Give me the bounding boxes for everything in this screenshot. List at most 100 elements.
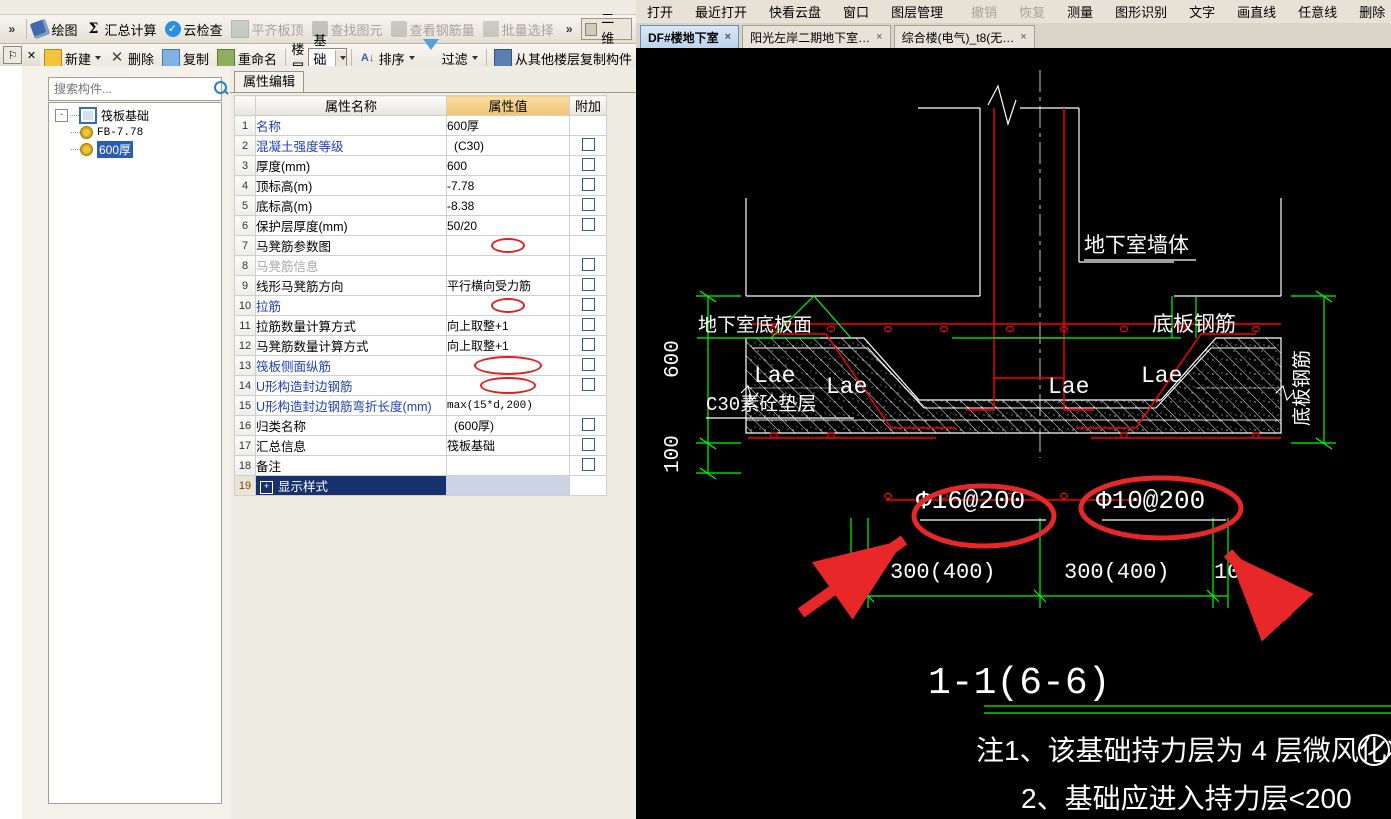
attach-checkbox[interactable] bbox=[581, 377, 595, 391]
cad-menu-10[interactable]: 文字 bbox=[1178, 2, 1226, 21]
cad-menu-9[interactable]: 图形识别 bbox=[1104, 2, 1178, 21]
view-mode-2d-button[interactable]: 二维 bbox=[580, 11, 632, 46]
attach-cell[interactable] bbox=[569, 155, 607, 176]
cad-menu-7[interactable]: 恢复 bbox=[1008, 2, 1056, 21]
search-component-box[interactable] bbox=[48, 77, 229, 101]
property-name-cell[interactable]: 马凳筋参数图 bbox=[255, 235, 447, 256]
property-value-cell[interactable] bbox=[446, 235, 570, 256]
attach-cell[interactable] bbox=[569, 275, 607, 296]
attach-checkbox[interactable] bbox=[581, 277, 595, 291]
property-value-cell[interactable]: 50/20 bbox=[446, 215, 570, 236]
attach-cell[interactable] bbox=[569, 395, 607, 416]
table-row[interactable]: 11 拉筋数量计算方式 向上取整+1 bbox=[234, 315, 607, 336]
cad-menu-2[interactable]: 最近打开 bbox=[684, 2, 758, 21]
property-value-cell[interactable] bbox=[446, 455, 570, 476]
attach-cell[interactable] bbox=[569, 175, 607, 196]
property-name-cell[interactable]: 马凳筋数量计算方式 bbox=[255, 335, 447, 356]
attach-checkbox[interactable] bbox=[581, 177, 595, 191]
property-name-cell[interactable]: 拉筋 bbox=[255, 295, 447, 316]
table-row[interactable]: 15 U形构造封边钢筋弯折长度(mm) max(15*d,200) bbox=[234, 395, 607, 416]
property-value-cell[interactable]: -8.38 bbox=[446, 195, 570, 216]
table-row[interactable]: 12 马凳筋数量计算方式 向上取整+1 bbox=[234, 335, 607, 356]
toolbar-overflow-left-icon[interactable]: » bbox=[0, 22, 24, 36]
table-row[interactable]: 10 拉筋 bbox=[234, 295, 607, 316]
attach-checkbox[interactable] bbox=[581, 317, 595, 331]
property-value-cell[interactable] bbox=[446, 375, 570, 396]
property-name-cell[interactable]: 底标高(m) bbox=[255, 195, 447, 216]
property-value-cell[interactable]: max(15*d,200) bbox=[446, 395, 570, 416]
property-value-cell[interactable]: 600厚 bbox=[446, 115, 570, 136]
search-icon[interactable] bbox=[211, 79, 229, 99]
attach-checkbox[interactable] bbox=[581, 457, 595, 471]
tree-node-root[interactable]: - 筏板基础 bbox=[49, 107, 221, 124]
table-row[interactable]: 18 备注 bbox=[234, 455, 607, 476]
table-row[interactable]: 6 保护层厚度(mm) 50/20 bbox=[234, 215, 607, 236]
property-value-cell[interactable] bbox=[446, 295, 570, 316]
close-icon[interactable]: ✕ bbox=[23, 47, 40, 63]
property-value-cell[interactable]: 平行横向受力筋 bbox=[446, 275, 570, 296]
property-value-cell[interactable] bbox=[446, 355, 570, 376]
attach-cell[interactable] bbox=[569, 415, 607, 436]
property-name-cell[interactable]: 拉筋数量计算方式 bbox=[255, 315, 447, 336]
attach-cell[interactable] bbox=[569, 315, 607, 336]
tree-node-fb[interactable]: FB-7.78 bbox=[49, 124, 221, 141]
attach-checkbox[interactable] bbox=[581, 297, 595, 311]
cad-menu-3[interactable]: 快看云盘 bbox=[758, 2, 832, 21]
toolbar-button-view-rebar-quantity[interactable]: 查看钢筋量 bbox=[387, 17, 479, 41]
attach-checkbox[interactable] bbox=[581, 137, 595, 151]
property-name-cell[interactable]: U形构造封边钢筋弯折长度(mm) bbox=[255, 395, 447, 416]
property-name-cell[interactable]: 保护层厚度(mm) bbox=[255, 215, 447, 236]
table-row[interactable]: 2 混凝土强度等级 (C30) bbox=[234, 135, 607, 156]
attach-cell[interactable] bbox=[569, 455, 607, 476]
attach-cell[interactable] bbox=[569, 135, 607, 156]
property-name-cell[interactable]: 备注 bbox=[255, 455, 447, 476]
property-name-cell[interactable]: 归类名称 bbox=[255, 415, 447, 436]
cad-menu-8[interactable]: 测量 bbox=[1056, 2, 1104, 21]
close-icon[interactable]: × bbox=[725, 31, 731, 43]
property-value-cell[interactable]: 向上取整+1 bbox=[446, 335, 570, 356]
attach-checkbox[interactable] bbox=[581, 197, 595, 211]
table-row[interactable]: 9 线形马凳筋方向 平行横向受力筋 bbox=[234, 275, 607, 296]
attach-cell[interactable] bbox=[569, 435, 607, 456]
attach-cell[interactable] bbox=[569, 215, 607, 236]
chevron-down-icon[interactable] bbox=[471, 56, 478, 60]
property-name-cell[interactable]: 厚度(mm) bbox=[255, 155, 447, 176]
property-name-cell[interactable]: 筏板侧面纵筋 bbox=[255, 355, 447, 376]
tree-expander-icon[interactable]: - bbox=[55, 109, 68, 122]
cad-menu-13[interactable]: 删除 bbox=[1348, 2, 1391, 21]
close-icon[interactable]: × bbox=[1020, 31, 1026, 43]
attach-checkbox[interactable] bbox=[581, 437, 595, 451]
attach-checkbox[interactable] bbox=[581, 417, 595, 431]
table-row[interactable]: 3 厚度(mm) 600 bbox=[234, 155, 607, 176]
cad-menu-11[interactable]: 画直线 bbox=[1226, 2, 1287, 21]
table-row[interactable]: 8 马凳筋信息 bbox=[234, 255, 607, 276]
table-row[interactable]: 5 底标高(m) -8.38 bbox=[234, 195, 607, 216]
search-input[interactable] bbox=[49, 79, 211, 99]
property-name-cell[interactable]: 名称 bbox=[255, 115, 447, 136]
attach-checkbox[interactable] bbox=[581, 357, 595, 371]
property-name-cell[interactable]: 顶标高(m) bbox=[255, 175, 447, 196]
property-name-cell[interactable]: U形构造封边钢筋 bbox=[255, 375, 447, 396]
table-row[interactable]: 14 U形构造封边钢筋 bbox=[234, 375, 607, 396]
toolbar-overflow-right-icon[interactable]: » bbox=[558, 22, 581, 36]
property-name-cell[interactable]: 马凳筋信息 bbox=[255, 255, 447, 276]
property-value-cell[interactable]: 向上取整+1 bbox=[446, 315, 570, 336]
cad-tab-1[interactable]: DF#楼地下室 × bbox=[640, 25, 740, 48]
chevron-down-icon[interactable] bbox=[95, 56, 102, 60]
property-value-cell[interactable]: 筏板基础 bbox=[446, 435, 570, 456]
attach-checkbox[interactable] bbox=[581, 257, 595, 271]
cad-tab-3[interactable]: 综合楼(电气)_t8(无… × bbox=[893, 25, 1035, 48]
property-value-cell[interactable]: 600 bbox=[446, 155, 570, 176]
attach-checkbox[interactable] bbox=[581, 217, 595, 231]
property-value-cell[interactable]: (600厚) bbox=[446, 415, 570, 436]
cad-tab-2[interactable]: 阳光左岸二期地下室… × bbox=[742, 25, 891, 48]
table-row[interactable]: 17 汇总信息 筏板基础 bbox=[234, 435, 607, 456]
property-name-cell[interactable]: 汇总信息 bbox=[255, 435, 447, 456]
cad-menu-5[interactable]: 图层管理 bbox=[880, 2, 954, 21]
cad-canvas[interactable]: 地下室墙体 地下室底板面 底板钢筋 C30素砼垫层 Lae Lae Lae La… bbox=[636, 48, 1391, 819]
property-name-cell[interactable]: + 显示样式 bbox=[255, 475, 447, 496]
attach-cell[interactable] bbox=[569, 195, 607, 216]
attach-checkbox[interactable] bbox=[581, 337, 595, 351]
attach-cell[interactable] bbox=[569, 255, 607, 276]
attach-checkbox[interactable] bbox=[581, 157, 595, 171]
